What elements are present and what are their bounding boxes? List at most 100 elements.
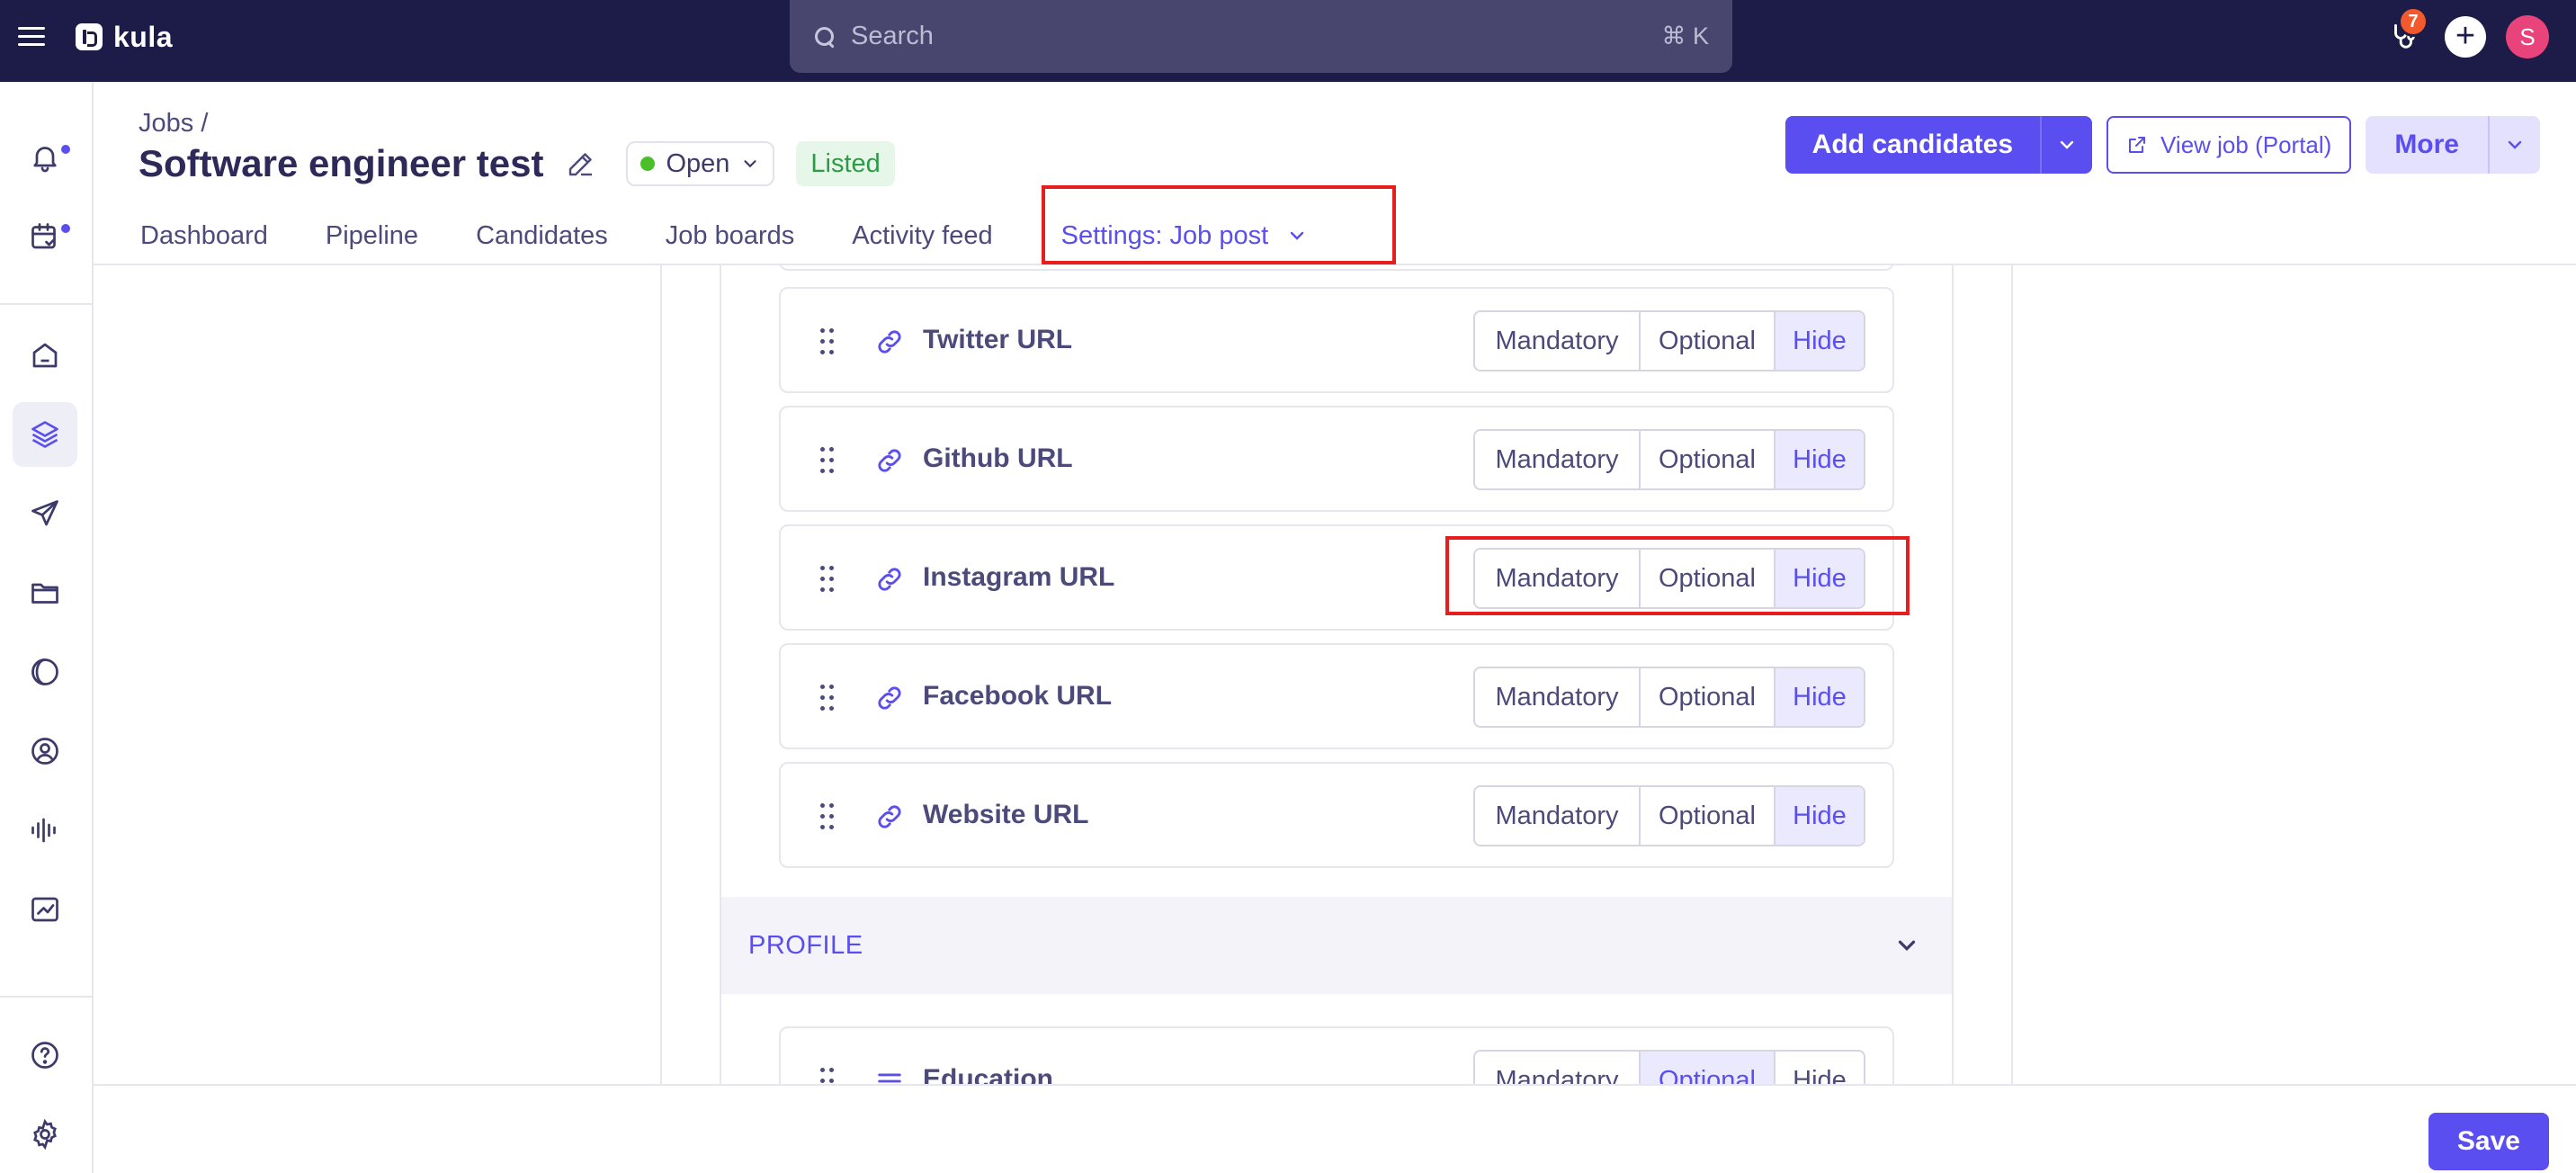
add-candidates-split-button: Add candidates (1784, 116, 2093, 174)
calendar-check-icon[interactable] (13, 204, 77, 269)
mandatory-option-button[interactable]: Mandatory (1475, 550, 1641, 607)
view-job-portal-button[interactable]: View job (Portal) (2106, 116, 2352, 174)
tab-job-boards[interactable]: Job boards (666, 208, 795, 264)
visibility-segmented-control: Mandatory Optional Hide (1473, 1050, 1865, 1084)
drag-handle-icon[interactable] (820, 803, 835, 830)
send-icon[interactable] (13, 481, 77, 546)
field-card-twitter-url: Twitter URL Mandatory Optional Hide (779, 287, 1894, 393)
field-card-education: Education Mandatory Optional Hide (779, 1026, 1894, 1084)
tab-dashboard[interactable]: Dashboard (140, 208, 268, 264)
field-label: Github URL (923, 443, 1073, 473)
more-button[interactable]: More (2366, 116, 2488, 174)
page-title: Software engineer test (139, 142, 544, 184)
hide-option-button[interactable]: Hide (1775, 550, 1864, 607)
drag-handle-icon[interactable] (820, 685, 835, 712)
add-candidates-dropdown-button[interactable] (2040, 116, 2092, 174)
main-content[interactable]: Twitter URL Mandatory Optional Hide Github U… (94, 265, 2576, 1084)
optional-option-button[interactable]: Optional (1641, 1052, 1775, 1084)
settings-icon[interactable] (13, 1102, 77, 1167)
folder-icon[interactable] (13, 560, 77, 625)
external-link-icon (2129, 137, 2146, 153)
more-dropdown-button[interactable] (2488, 116, 2540, 174)
hide-option-button[interactable]: Hide (1775, 787, 1864, 845)
help-icon[interactable] (13, 1023, 77, 1088)
bell-unread-dot (61, 145, 70, 154)
tab-activity-feed[interactable]: Activity feed (852, 208, 992, 264)
drag-handle-icon[interactable] (820, 1068, 835, 1084)
left-sidebar (0, 82, 94, 1173)
mandatory-option-button[interactable]: Mandatory (1475, 668, 1641, 726)
field-card-instagram-url: Instagram URL Mandatory Optional Hide (779, 524, 1894, 631)
breadcrumb[interactable]: Jobs / (139, 109, 208, 139)
optional-option-button[interactable]: Optional (1641, 787, 1775, 845)
footer-bar: Save (94, 1084, 2576, 1173)
save-button[interactable]: Save (2428, 1113, 2549, 1170)
top-navigation-bar: kula Search ⌘ K 7 + S (0, 0, 2576, 82)
drag-handle-icon[interactable] (820, 566, 835, 593)
hide-option-button[interactable]: Hide (1775, 1052, 1864, 1085)
chevron-down-icon (2060, 140, 2074, 149)
field-label: Twitter URL (923, 325, 1073, 354)
search-icon (813, 25, 836, 49)
job-header: Jobs / Software engineer test Open Liste… (94, 82, 2576, 265)
create-new-button[interactable]: + (2445, 16, 2486, 58)
global-search-input[interactable]: Search ⌘ K (790, 0, 1732, 73)
moon-icon[interactable] (13, 640, 77, 704)
chart-icon[interactable] (13, 877, 77, 942)
header-actions: Add candidates View job (Portal) More (1784, 116, 2540, 174)
drag-handle-icon[interactable] (820, 328, 835, 355)
field-label: Facebook URL (923, 681, 1113, 711)
title-row: Software engineer test Open Listed (139, 141, 895, 186)
hide-option-button[interactable]: Hide (1775, 431, 1864, 488)
edit-pencil-icon[interactable] (565, 148, 597, 180)
visibility-segmented-control: Mandatory Optional Hide (1473, 310, 1865, 372)
search-shortcut-hint: ⌘ K (1661, 22, 1709, 49)
chevron-down-icon[interactable] (1889, 927, 1925, 963)
tab-pipeline[interactable]: Pipeline (326, 208, 418, 264)
kula-logo[interactable]: kula (76, 20, 174, 53)
mandatory-option-button[interactable]: Mandatory (1475, 787, 1641, 845)
optional-option-button[interactable]: Optional (1641, 550, 1775, 607)
mandatory-option-button[interactable]: Mandatory (1475, 312, 1641, 370)
user-circle-icon[interactable] (13, 719, 77, 783)
optional-option-button[interactable]: Optional (1641, 668, 1775, 726)
kula-logo-mark (76, 23, 103, 50)
link-icon (874, 445, 905, 476)
tab-settings-job-post[interactable]: Settings: Job post (1051, 208, 1309, 264)
job-status-dropdown[interactable]: Open (626, 141, 775, 186)
visibility-segmented-control: Mandatory Optional Hide (1473, 667, 1865, 728)
chevron-down-icon (744, 160, 757, 168)
user-avatar[interactable]: S (2506, 15, 2549, 58)
field-card-website-url: Website URL Mandatory Optional Hide (779, 762, 1894, 868)
tab-candidates[interactable]: Candidates (476, 208, 608, 264)
audio-wave-icon[interactable] (13, 798, 77, 863)
visibility-segmented-control: Mandatory Optional Hide (1473, 785, 1865, 846)
mandatory-option-button[interactable]: Mandatory (1475, 1052, 1641, 1084)
optional-option-button[interactable]: Optional (1641, 312, 1775, 370)
profile-section-header[interactable]: PROFILE (721, 897, 1952, 994)
field-label: Education (923, 1064, 1054, 1084)
visibility-segmented-control: Mandatory Optional Hide (1473, 548, 1865, 609)
link-icon (874, 564, 905, 595)
tab-settings-label: Settings: Job post (1060, 220, 1269, 250)
sidebar-divider-bottom (0, 996, 92, 998)
more-split-button: More (2366, 116, 2540, 174)
chevron-down-icon (2508, 140, 2522, 149)
add-candidates-button[interactable]: Add candidates (1785, 116, 2040, 174)
brand-name: kula (113, 20, 174, 53)
drag-handle-icon[interactable] (820, 447, 835, 474)
hamburger-menu-icon[interactable] (18, 27, 45, 47)
search-placeholder: Search (851, 22, 934, 50)
notification-count-badge: 7 (2398, 6, 2428, 37)
hide-option-button[interactable]: Hide (1775, 312, 1864, 370)
optional-option-button[interactable]: Optional (1641, 431, 1775, 488)
mandatory-option-button[interactable]: Mandatory (1475, 431, 1641, 488)
notifications-button[interactable]: 7 (2382, 6, 2428, 58)
hide-option-button[interactable]: Hide (1775, 668, 1864, 726)
link-icon (874, 327, 905, 357)
bell-icon[interactable] (13, 125, 77, 190)
link-icon (874, 801, 905, 832)
layers-icon[interactable] (13, 402, 77, 467)
home-icon[interactable] (13, 323, 77, 388)
listed-badge: Listed (796, 141, 895, 186)
